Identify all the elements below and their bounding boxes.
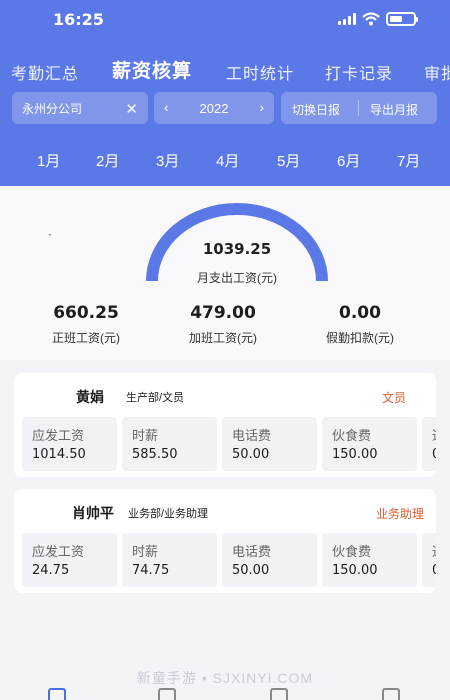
salary-cell: 时薪 585.50	[122, 417, 217, 471]
total-salary-label: 月支出工资(元)	[197, 271, 277, 285]
status-icons	[338, 12, 418, 26]
employee-card[interactable]: 肖帅平 业务部/业务助理 业务助理 应发工资 24.75 时薪 74.75 电话费 5…	[14, 489, 436, 593]
calendar-nav-icon[interactable]	[48, 688, 66, 700]
switch-daily-button[interactable]: 切换日报	[292, 101, 340, 118]
cell-label: 伙食费	[332, 428, 372, 443]
close-icon[interactable]: ✕	[125, 100, 138, 118]
regular-salary-stat: 660.25 正班工资(元)	[44, 303, 128, 346]
cell-label: 通	[432, 425, 436, 444]
total-salary-value: 1039.25	[202, 240, 272, 258]
overtime-salary-stat: 479.00 加班工资(元)	[181, 303, 265, 346]
cell-value: 0	[432, 563, 436, 578]
tab-approval[interactable]: 审批	[424, 60, 450, 84]
employee-role: 业务助理	[376, 507, 425, 521]
tab-hours-stats[interactable]: 工时统计	[226, 60, 294, 84]
year-selector: ‹ 2022 ›	[154, 92, 274, 124]
cell-label: 伙食费	[332, 544, 372, 559]
cell-value: 50.00	[232, 447, 270, 462]
chevron-right-icon[interactable]: ›	[259, 99, 264, 115]
signal-icon	[338, 13, 356, 25]
status-bar: 16:25	[0, 0, 450, 42]
cell-label: 时薪	[132, 428, 159, 443]
leave-deduction-stat: 0.00 假勤扣款(元)	[317, 303, 403, 346]
app-header: 16:25 考勤汇总 薪资核算 工时统计 打卡记录 审批 永州分公司 ✕ ‹ 2…	[0, 0, 450, 186]
stat-label: 加班工资(元)	[189, 331, 257, 345]
stat-value: 660.25	[53, 303, 119, 323]
month-7[interactable]: 7月	[397, 150, 420, 171]
employee-role: 文员	[382, 391, 407, 405]
salary-cells: 应发工资24.75 时薪74.75 电话费50.00 伙食费150.00 通0	[22, 533, 436, 587]
bottom-nav	[0, 686, 450, 700]
tab-clock-records[interactable]: 打卡记录	[325, 60, 393, 84]
month-selector: 1月 2月 3月 4月 5月 6月 7月	[0, 150, 450, 172]
cell-value: 585.50	[132, 447, 178, 462]
salary-cell: 应发工资 24.75	[22, 533, 117, 587]
employee-name: 肖帅平	[72, 505, 114, 521]
salary-cell: 时薪 74.75	[122, 533, 217, 587]
cell-label: 通	[432, 541, 436, 560]
stat-value: 479.00	[190, 303, 256, 323]
tab-bar: 考勤汇总 薪资核算 工时统计 打卡记录 审批	[0, 56, 450, 86]
book-nav-icon[interactable]	[158, 688, 176, 700]
month-6[interactable]: 6月	[337, 150, 360, 171]
cell-value: 74.75	[132, 563, 170, 578]
watermark: 新童手游 • SJXINYI.COM	[136, 670, 314, 686]
employee-card[interactable]: 黄娟 生产部/文员 文员 应发工资 1014.50 时薪 585.50 电话费 50.…	[14, 373, 436, 477]
salary-cell: 通0	[422, 417, 436, 471]
bullet-mark: ·	[48, 227, 52, 241]
stat-label: 正班工资(元)	[52, 331, 120, 345]
tab-attendance-summary[interactable]: 考勤汇总	[11, 60, 79, 84]
cell-label: 电话费	[232, 544, 272, 559]
battery-icon	[386, 12, 418, 26]
cell-label: 应发工资	[32, 428, 85, 443]
company-name: 永州分公司	[22, 101, 83, 116]
month-4[interactable]: 4月	[216, 150, 239, 171]
cell-value: 50.00	[232, 563, 270, 578]
cup-nav-icon[interactable]	[270, 688, 288, 700]
wifi-icon	[362, 12, 380, 26]
cell-value: 24.75	[32, 563, 70, 578]
company-selector[interactable]: 永州分公司 ✕	[12, 92, 148, 124]
filter-bar: 永州分公司 ✕ ‹ 2022 › 切换日报 导出月报	[0, 92, 450, 124]
month-5[interactable]: 5月	[277, 150, 300, 171]
stat-label: 假勤扣款(元)	[326, 331, 394, 345]
cell-label: 时薪	[132, 544, 159, 559]
year-value: 2022	[199, 100, 229, 116]
employee-dept: 业务部/业务助理	[128, 508, 209, 520]
stat-value: 0.00	[339, 303, 381, 323]
month-3[interactable]: 3月	[156, 150, 179, 171]
status-time: 16:25	[53, 10, 104, 29]
salary-cell: 电话费 50.00	[222, 417, 317, 471]
employee-dept: 生产部/文员	[126, 392, 185, 404]
cell-value: 0	[432, 447, 436, 462]
salary-cell: 应发工资 1014.50	[22, 417, 117, 471]
cell-value: 150.00	[332, 563, 378, 578]
cell-label: 电话费	[232, 428, 272, 443]
salary-cell: 伙食费 150.00	[322, 417, 417, 471]
profile-nav-icon[interactable]	[382, 688, 400, 700]
export-monthly-button[interactable]: 导出月报	[370, 101, 418, 118]
tab-salary-accounting[interactable]: 薪资核算	[112, 56, 192, 83]
salary-cell: 伙食费 150.00	[322, 533, 417, 587]
month-1[interactable]: 1月	[37, 150, 60, 171]
employee-name: 黄娟	[76, 389, 104, 405]
cell-label: 应发工资	[32, 544, 85, 559]
chevron-left-icon[interactable]: ‹	[164, 99, 169, 115]
salary-cell: 通0	[422, 533, 436, 587]
salary-cell: 电话费 50.00	[222, 533, 317, 587]
cell-value: 150.00	[332, 447, 378, 462]
month-2[interactable]: 2月	[96, 150, 119, 171]
divider	[358, 100, 359, 116]
salary-cells: 应发工资 1014.50 时薪 585.50 电话费 50.00 伙食费 150.00 …	[22, 417, 436, 471]
cell-value: 1014.50	[32, 447, 86, 462]
report-actions: 切换日报 导出月报	[281, 92, 437, 124]
